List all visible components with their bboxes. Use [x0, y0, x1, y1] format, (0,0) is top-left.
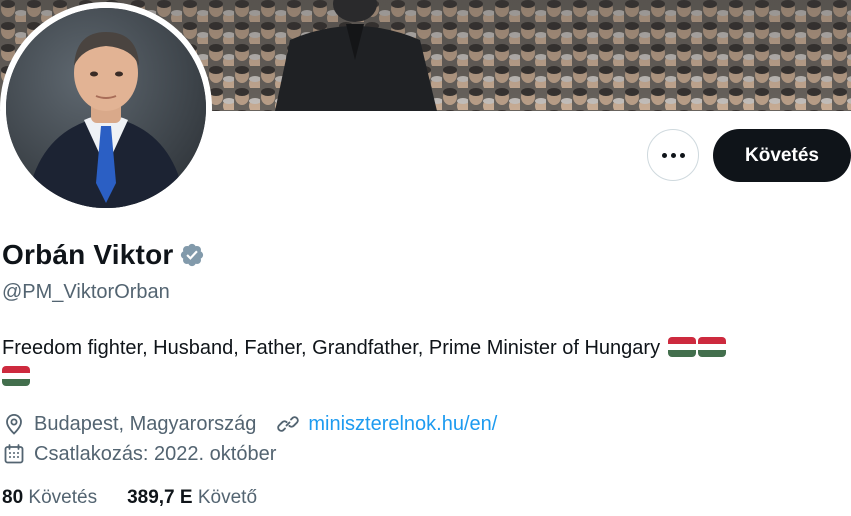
followers-label: Követő: [197, 487, 258, 508]
location-pin-icon: [6, 414, 22, 435]
avatar-portrait: [6, 8, 206, 208]
profile-joined-date: Csatlakozás: 2022. október: [34, 442, 277, 465]
profile-location: Budapest, Magyarország: [34, 412, 257, 435]
profile-website-link[interactable]: miniszterelnok.hu/en/: [308, 413, 497, 436]
hungary-flag-icon: [667, 337, 696, 357]
verified-badge-icon[interactable]: [179, 242, 205, 268]
calendar-icon: [4, 444, 24, 464]
following-stat-link[interactable]: 80 Követés: [2, 487, 97, 509]
hungary-flag-icon: [2, 366, 30, 386]
following-label: Követés: [28, 487, 98, 508]
more-horizontal-icon: [661, 152, 685, 158]
followers-stat-link[interactable]: 389,7 E Követő: [127, 487, 257, 509]
profile-stats: 80 Követés 389,7 E Követő: [2, 487, 257, 509]
profile-meta-row: Budapest, Magyarország miniszterelnok.hu…: [2, 412, 497, 436]
bio-text: Freedom fighter, Husband, Father, Grandf…: [2, 337, 661, 359]
followers-count: 389,7 E: [127, 487, 193, 508]
follow-button[interactable]: Követés: [713, 129, 851, 182]
profile-handle: @PM_ViktorOrban: [2, 281, 170, 303]
link-icon: [277, 416, 300, 432]
more-options-button[interactable]: [647, 129, 699, 181]
hungary-flag-icon: [697, 337, 726, 357]
following-count: 80: [2, 487, 24, 508]
profile-name-row: Orbán Viktor: [2, 239, 205, 271]
profile-bio: Freedom fighter, Husband, Father, Grandf…: [2, 334, 832, 392]
profile-joined-row: Csatlakozás: 2022. október: [2, 442, 276, 466]
profile-name: Orbán Viktor: [2, 239, 174, 270]
avatar[interactable]: [6, 8, 206, 208]
